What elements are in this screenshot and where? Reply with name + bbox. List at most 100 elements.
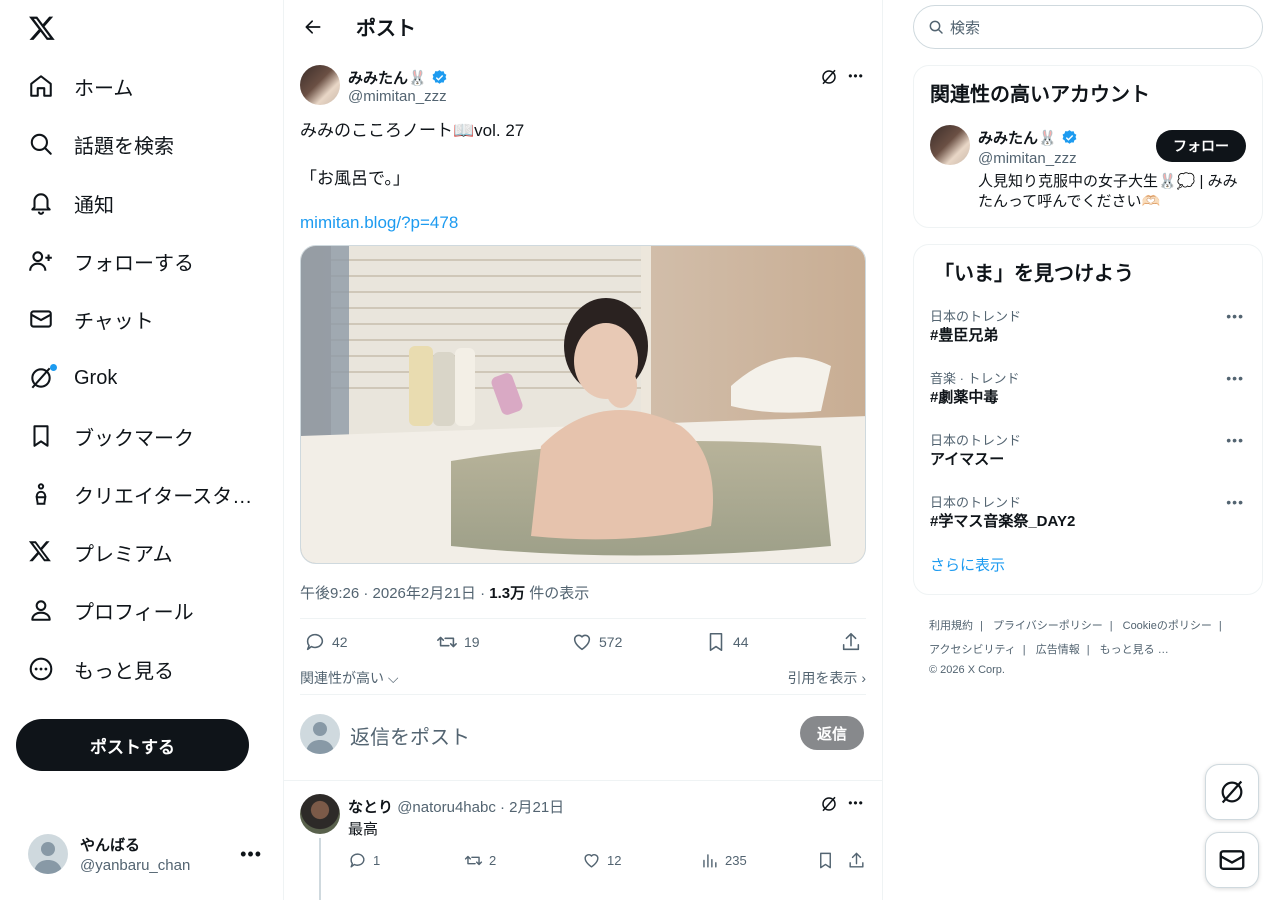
- repost-count: 2: [489, 853, 497, 868]
- left-navigation: ホーム 話題を検索 通知 フォローする チャット Grok ブックマーク クリエ…: [0, 0, 284, 900]
- nav-chat[interactable]: チャット: [16, 294, 266, 344]
- search-placeholder: 検索: [950, 19, 981, 37]
- nav-label: プロフィール: [74, 601, 194, 624]
- grok-floating-button[interactable]: [1205, 764, 1259, 820]
- footer-link[interactable]: 広告情報: [1036, 644, 1080, 656]
- analytics-icon: [703, 854, 717, 868]
- more-options-icon[interactable]: •••: [240, 844, 262, 865]
- divider: |: [980, 620, 983, 632]
- reply-sort-row: 関連性が高い ⌵ 引用を表示 ›: [300, 668, 866, 694]
- post-text: みみのこころノート📖vol. 27 「お風呂で。」: [300, 119, 866, 191]
- post-timestamp[interactable]: 午後9:26 · 2026年2月21日 ·: [300, 585, 489, 602]
- nav-label: もっと見る: [74, 660, 174, 683]
- views-count: 235: [725, 853, 747, 868]
- more-options-icon[interactable]: •••: [845, 65, 867, 87]
- reply-author-avatar[interactable]: [300, 794, 340, 834]
- view-count: 1.3万: [489, 585, 526, 602]
- post-image[interactable]: [300, 245, 866, 564]
- divider: |: [1109, 620, 1113, 632]
- share-button[interactable]: [847, 851, 872, 870]
- sort-dropdown[interactable]: 関連性が高い ⌵: [300, 668, 399, 688]
- post-link[interactable]: mimitan.blog/?p=478: [300, 213, 866, 233]
- account-recommendation[interactable]: みみたん🐰 @mimitan_zzz 人見知り克服中の女子大生🐰💭 | みみたん…: [914, 107, 1262, 219]
- show-more-link[interactable]: さらに表示: [914, 554, 1262, 598]
- repost-icon: [437, 636, 457, 648]
- reply-input[interactable]: 返信をポスト: [350, 721, 470, 750]
- more-options-icon[interactable]: •••: [1226, 308, 1244, 324]
- footer-link[interactable]: アクセシビリティ: [929, 644, 1016, 656]
- nav-explore[interactable]: 話題を検索: [16, 119, 266, 169]
- heart-icon: [584, 854, 599, 868]
- account-name-row[interactable]: みみたん🐰: [978, 127, 1078, 148]
- bell-icon: [28, 190, 54, 216]
- trend-item[interactable]: 日本のトレンド #学マス音楽祭_DAY2 •••: [914, 492, 1262, 554]
- reply-post[interactable]: なとり @natoru4habc · 2月21日 ••• 最高 1 2 12 2…: [284, 780, 882, 900]
- back-arrow-icon[interactable]: [296, 10, 330, 44]
- nav-grok[interactable]: Grok: [16, 353, 266, 403]
- bookmark-button[interactable]: 44: [705, 631, 749, 653]
- footer-link[interactable]: もっと見る …: [1100, 644, 1169, 656]
- trend-item[interactable]: 日本のトレンド #豊臣兄弟 •••: [914, 306, 1262, 368]
- reply-date[interactable]: · 2月21日: [496, 799, 564, 816]
- grok-icon[interactable]: [818, 793, 840, 815]
- more-options-icon[interactable]: •••: [1226, 370, 1244, 386]
- nav-premium[interactable]: プレミアム: [16, 527, 266, 577]
- chat-floating-button[interactable]: [1205, 832, 1259, 888]
- more-options-icon[interactable]: •••: [845, 792, 867, 814]
- more-options-icon[interactable]: •••: [1226, 494, 1244, 510]
- avatar: [300, 714, 340, 754]
- related-accounts-card: 関連性の高いアカウント みみたん🐰 @mimitan_zzz 人見知り克服中の女…: [913, 65, 1263, 228]
- page-header: ポスト: [284, 0, 882, 53]
- account-switcher[interactable]: やんばる @yanbaru_chan •••: [16, 822, 274, 886]
- grok-icon[interactable]: [818, 66, 840, 88]
- repost-button[interactable]: 2: [464, 851, 496, 870]
- reply-submit-button[interactable]: 返信: [800, 716, 864, 750]
- x-logo-icon[interactable]: [28, 14, 56, 42]
- divider: |: [1086, 644, 1090, 656]
- footer-link[interactable]: Cookieのポリシー: [1123, 620, 1212, 632]
- compose-post-button[interactable]: ポストする: [16, 719, 249, 771]
- avatar[interactable]: [930, 125, 970, 165]
- view-quotes-link[interactable]: 引用を表示 ›: [787, 668, 866, 688]
- reply-icon: [350, 853, 365, 868]
- account-name: やんばる: [80, 837, 141, 854]
- nav-home[interactable]: ホーム: [16, 61, 266, 111]
- reply-author-name[interactable]: なとり: [348, 799, 393, 816]
- trend-item[interactable]: 日本のトレンド アイマスー •••: [914, 430, 1262, 492]
- nav-bookmarks[interactable]: ブックマーク: [16, 411, 266, 461]
- copyright: © 2026 X Corp.: [929, 664, 1005, 676]
- nav-profile[interactable]: プロフィール: [16, 585, 266, 635]
- share-button[interactable]: [840, 631, 868, 653]
- reply-author-handle[interactable]: @natoru4habc: [397, 799, 496, 816]
- author-avatar[interactable]: [300, 65, 340, 105]
- account-handle[interactable]: @mimitan_zzz: [978, 150, 1077, 167]
- author-name-row[interactable]: みみたん🐰: [348, 67, 448, 88]
- trend-category: 日本のトレンド: [930, 309, 1022, 324]
- repost-button[interactable]: 19: [436, 631, 480, 653]
- like-button[interactable]: 12: [582, 851, 621, 870]
- trend-item[interactable]: 音楽 · トレンド #劇薬中毒 •••: [914, 368, 1262, 430]
- nav-follow[interactable]: フォローする: [16, 236, 266, 286]
- reply-button[interactable]: 1: [348, 851, 380, 870]
- nav-more[interactable]: もっと見る: [16, 644, 266, 694]
- nav-label: チャット: [74, 310, 154, 333]
- more-options-icon[interactable]: •••: [1226, 432, 1244, 448]
- search-input[interactable]: 検索: [913, 5, 1263, 49]
- footer-link[interactable]: 利用規約: [929, 620, 973, 632]
- footer-link[interactable]: プライバシーポリシー: [993, 620, 1103, 632]
- nav-label: ホーム: [74, 77, 134, 100]
- follow-button[interactable]: フォロー: [1156, 130, 1246, 162]
- grok-icon: [1221, 780, 1243, 804]
- post-text-line: 「お風呂で。」: [300, 169, 410, 188]
- author-handle[interactable]: @mimitan_zzz: [348, 88, 447, 105]
- like-button[interactable]: 572: [571, 631, 622, 653]
- search-icon: [28, 131, 54, 157]
- like-count: 572: [599, 634, 623, 650]
- nav-notifications[interactable]: 通知: [16, 178, 266, 228]
- reply-button[interactable]: 42: [304, 631, 348, 653]
- footer-links: 利用規約 | プライバシーポリシー | Cookieのポリシー | アクセシビリティ |…: [929, 614, 1249, 678]
- views-button[interactable]: 235: [700, 851, 747, 870]
- person-plus-icon: [28, 248, 54, 274]
- bookmark-button[interactable]: [816, 851, 841, 870]
- nav-creator-studio[interactable]: クリエイタースタ…: [16, 469, 266, 519]
